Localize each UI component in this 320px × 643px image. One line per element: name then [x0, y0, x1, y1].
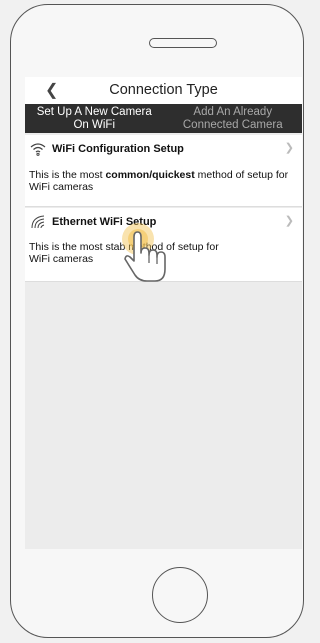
page-title: Connection Type: [109, 82, 218, 98]
chevron-right-icon: ❯: [284, 215, 294, 227]
option-description: This is the most common/quickest method …: [29, 169, 289, 193]
phone-speaker: [149, 38, 217, 48]
wifi-icon: [30, 143, 46, 156]
tab-bar: Set Up A New Camera On WiFi Add An Alrea…: [25, 104, 302, 133]
nav-bar: ❮ Connection Type: [25, 77, 302, 104]
option-title: WiFi Configuration Setup: [52, 143, 184, 155]
tab-new-camera[interactable]: Set Up A New Camera On WiFi: [25, 104, 164, 133]
ethernet-signal-icon: [31, 215, 45, 229]
app-screen: ❮ Connection Type Set Up A New Camera On…: [25, 77, 302, 549]
home-button[interactable]: [152, 567, 208, 623]
chevron-right-icon: ❯: [284, 142, 294, 154]
tab-existing-camera[interactable]: Add An Already Connected Camera: [164, 104, 303, 133]
wifi-setup-option[interactable]: WiFi Configuration Setup ❯ This is the m…: [25, 135, 302, 207]
tap-hand-pointer-icon: [122, 223, 166, 282]
